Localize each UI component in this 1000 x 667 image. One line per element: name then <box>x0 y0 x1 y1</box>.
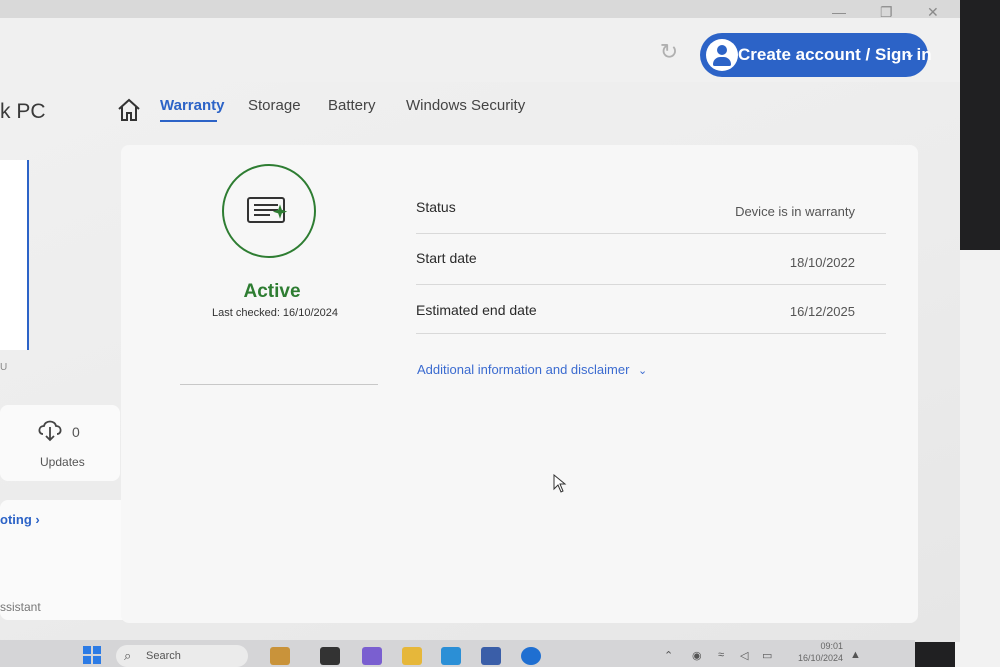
divider <box>416 233 886 234</box>
troubleshooting-link[interactable]: oting › <box>0 512 40 527</box>
search-icon: ⌕ <box>124 648 132 663</box>
divider <box>180 384 378 385</box>
network-icon[interactable]: ◉ <box>692 649 702 662</box>
create-account-sign-in-button[interactable]: Create account / Sign in ⌄ <box>700 33 932 77</box>
notification-bell-icon[interactable]: ▲ <box>850 649 861 661</box>
start-date-label: Start date <box>416 250 477 266</box>
updates-label: Updates <box>40 455 85 469</box>
chevron-down-icon[interactable]: ⌄ <box>638 364 647 377</box>
search-placeholder: Search <box>146 650 181 662</box>
device-image-card[interactable] <box>0 160 29 350</box>
copilot-icon[interactable] <box>362 647 382 665</box>
divider <box>416 333 886 334</box>
active-tab-indicator <box>160 120 217 122</box>
help-icon[interactable] <box>521 647 541 665</box>
tab-windows-security[interactable]: Windows Security <box>406 97 525 114</box>
tab-warranty[interactable]: Warranty <box>160 97 224 114</box>
clock-time: 09:01 <box>820 641 843 651</box>
refresh-icon[interactable]: ↻ <box>657 40 681 64</box>
divider <box>416 284 886 285</box>
end-date-value: 16/12/2025 <box>789 304 855 319</box>
tab-battery[interactable]: Battery <box>328 97 376 114</box>
battery-icon[interactable]: ▭ <box>762 649 772 662</box>
background-desk <box>955 250 1000 667</box>
warranty-status-title: Active <box>243 281 301 302</box>
warranty-status-ring <box>222 164 316 258</box>
avatar-icon <box>706 39 738 71</box>
account-button-label: Create account / Sign in <box>738 45 932 64</box>
windows-start-icon[interactable] <box>82 645 102 665</box>
cloud-download-icon <box>38 420 62 442</box>
task-view-icon[interactable] <box>320 647 340 665</box>
volume-icon[interactable]: ◁ <box>740 649 748 662</box>
mouse-cursor-icon <box>553 474 567 493</box>
tab-storage[interactable]: Storage <box>248 97 301 114</box>
store-icon[interactable] <box>481 647 501 665</box>
chevron-down-icon: ⌄ <box>904 45 916 61</box>
clock-date: 16/10/2024 <box>797 653 843 663</box>
taskbar-search[interactable]: ⌕ Search <box>116 645 248 667</box>
home-icon[interactable] <box>116 97 142 123</box>
taskbar-clock[interactable]: 09:01 16/10/2024 <box>785 640 843 664</box>
chevron-up-icon[interactable]: ⌃ <box>664 649 673 662</box>
file-explorer-icon[interactable] <box>402 647 422 665</box>
additional-information-link[interactable]: Additional information and disclaimer <box>417 362 629 377</box>
status-label: Status <box>416 199 456 215</box>
device-name: k PC <box>0 100 46 123</box>
start-date-value: 18/10/2022 <box>789 255 855 270</box>
sidebar-edge-text: U <box>0 362 8 373</box>
end-date-label: Estimated end date <box>416 302 537 318</box>
assistant-label: ssistant <box>0 600 41 614</box>
status-value: Device is in warranty <box>735 204 855 219</box>
warranty-certificate-icon <box>247 197 288 223</box>
wifi-icon[interactable]: ≈ <box>718 649 724 661</box>
updates-count: 0 <box>72 424 80 440</box>
edge-browser-icon[interactable] <box>441 647 461 665</box>
widget-icon[interactable] <box>270 647 290 665</box>
screen: — ❐ ✕ ↻ Create account / Sign in ⌄ k PC … <box>0 0 960 642</box>
last-checked-text: Last checked: 16/10/2024 <box>212 307 338 319</box>
